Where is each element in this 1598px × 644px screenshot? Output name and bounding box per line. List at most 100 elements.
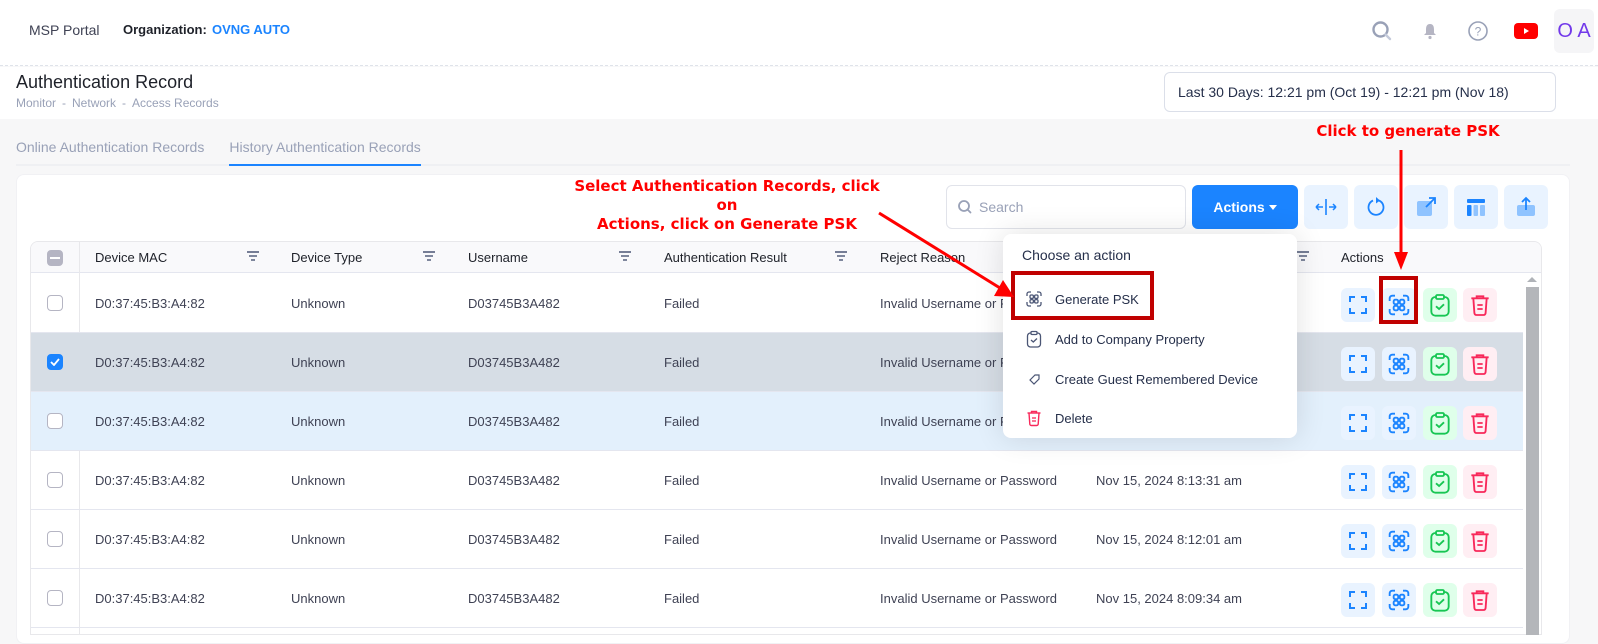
clipboard-check-icon [1428,470,1452,494]
svg-text:?: ? [1475,25,1482,39]
actions-dropdown-button[interactable]: Actions [1192,185,1298,229]
open-external-icon [1417,197,1436,216]
delete-button[interactable] [1463,288,1497,322]
tag-icon [1029,374,1040,385]
column-header-reject-reason[interactable]: Reject Reason [880,242,965,273]
expand-icon [1348,472,1368,492]
trash-icon [1468,352,1492,376]
delete-button[interactable] [1463,406,1497,440]
row-select-cell [47,451,63,509]
expand-button[interactable] [1341,583,1375,617]
breadcrumb-access-records[interactable]: Access Records [132,96,219,110]
expand-icon [1348,295,1368,315]
expand-button[interactable] [1341,524,1375,558]
breadcrumb-monitor[interactable]: Monitor [16,96,56,110]
expand-button[interactable] [1341,347,1375,381]
generate-psk-button[interactable] [1382,465,1416,499]
filter-icon[interactable] [246,250,260,262]
column-settings-button[interactable] [1454,185,1498,229]
table-row[interactable]: D0:37:45:B3:A4:82 Unknown D03745B3A482 Fail… [31,451,1523,510]
resize-columns-button[interactable] [1304,185,1348,229]
select-all-checkbox[interactable] [47,249,63,266]
generate-psk-button[interactable] [1382,583,1416,617]
bell-icon[interactable] [1406,9,1454,53]
generate-psk-button[interactable] [1382,347,1416,381]
clipboard-check-icon [1428,588,1452,612]
add-to-company-property-button[interactable] [1423,406,1457,440]
row-checkbox[interactable] [47,295,63,311]
cell-device-mac: D0:37:45:B3:A4:82 [95,354,205,370]
table-row[interactable]: D0:37:45:B3:A4:82 Unknown D03745B3A482 Fail… [31,569,1523,628]
menu-item-add-to-company-property[interactable]: Add to Company Property [1025,325,1205,353]
add-to-company-property-button[interactable] [1423,524,1457,558]
column-header-device-mac[interactable]: Device MAC [95,242,167,273]
expand-button[interactable] [1341,406,1375,440]
table-row[interactable]: D0:37:45:B3:A4:82 Unknown D03745B3A482 Fail… [31,274,1523,333]
annotation-instructions: Select Authentication Records, click on … [566,177,888,234]
annotation-line: Actions, click on Generate PSK [597,215,857,233]
breadcrumb-separator: - [62,96,67,110]
annotation-click-to-generate-psk: Click to generate PSK [1316,122,1500,140]
delete-button[interactable] [1463,347,1497,381]
refresh-button[interactable] [1354,185,1398,229]
date-range-picker[interactable]: Last 30 Days: 12:21 pm (Oct 19) - 12:21 … [1164,72,1556,112]
add-to-company-property-button[interactable] [1423,583,1457,617]
trash-icon [1468,470,1492,494]
tab-online-authentication-records[interactable]: Online Authentication Records [16,130,204,166]
generate-psk-icon [1387,411,1411,435]
menu-item-delete[interactable]: Delete [1025,404,1093,432]
expand-button[interactable] [1341,465,1375,499]
row-checkbox[interactable] [47,354,63,370]
expand-button[interactable] [1341,288,1375,322]
open-external-button[interactable] [1404,185,1448,229]
add-to-company-property-button[interactable] [1423,347,1457,381]
row-checkbox[interactable] [47,531,63,547]
search-input[interactable] [979,199,1169,215]
filter-icon[interactable] [422,250,436,262]
search-icon[interactable] [1358,9,1406,53]
column-header-username[interactable]: Username [468,242,528,273]
cell-authentication-result: Failed [664,472,700,488]
cell-time: Nov 15, 2024 8:09:34 am [1096,590,1242,606]
add-to-company-property-button[interactable] [1423,288,1457,322]
table-row[interactable]: D0:37:45:B3:A4:82 Unknown D03745B3A482 Fail… [31,392,1523,451]
delete-button[interactable] [1463,465,1497,499]
top-navbar: MSP Portal Organization: OVNG AUTO ? O A [0,0,1598,66]
checkmark-icon [50,358,60,366]
generate-psk-button[interactable] [1382,406,1416,440]
scroll-thumb[interactable] [1526,287,1539,635]
column-settings-icon [1467,199,1485,216]
column-header-authentication-result[interactable]: Authentication Result [664,242,787,273]
row-checkbox[interactable] [47,590,63,606]
table-row[interactable]: D0:37:45:B3:A4:82 Unknown D03745B3A482 Fail… [31,333,1523,392]
delete-button[interactable] [1463,524,1497,558]
help-icon[interactable]: ? [1454,9,1502,53]
filter-icon[interactable] [1296,250,1310,262]
cell-device-type: Unknown [291,472,346,488]
menu-item-create-guest-remembered-device[interactable]: Create Guest Remembered Device [1025,365,1258,393]
add-to-company-property-button[interactable] [1423,465,1457,499]
organization-selector[interactable]: OVNG AUTO [212,22,290,37]
brand-title[interactable]: MSP Portal [29,22,100,38]
resize-columns-icon [1315,199,1337,215]
youtube-icon[interactable] [1502,9,1550,53]
column-header-device-type[interactable]: Device Type [291,242,362,273]
cell-authentication-result: Failed [664,354,700,370]
row-checkbox[interactable] [47,413,63,429]
user-avatar[interactable]: O A [1554,9,1594,53]
tab-history-authentication-records[interactable]: History Authentication Records [229,130,421,166]
generate-psk-button[interactable] [1382,524,1416,558]
export-button[interactable] [1504,185,1548,229]
row-checkbox[interactable] [47,472,63,488]
table-row[interactable]: D0:37:45:B3:A4:82 Unknown D03745B3A482 Fail… [31,510,1523,569]
annotation-line: Select Authentication Records, click on [574,177,880,214]
table-scrollbar[interactable] [1524,275,1540,635]
clipboard-check-icon [1428,411,1452,435]
filter-icon[interactable] [834,250,848,262]
scroll-up-arrow[interactable] [1527,277,1537,282]
delete-button[interactable] [1463,583,1497,617]
menu-item-label: Add to Company Property [1055,331,1205,347]
breadcrumb-network[interactable]: Network [72,96,116,110]
cell-reject-reason: Invalid Username or Password [880,531,1058,547]
filter-icon[interactable] [618,250,632,262]
